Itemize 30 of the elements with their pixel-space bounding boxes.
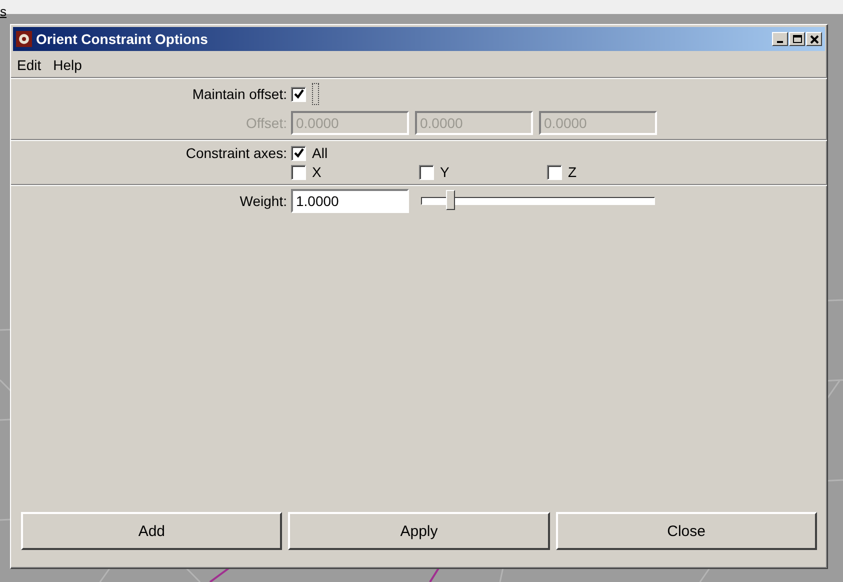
field-label: Constraint axes: [184,145,287,161]
background-text: s [0,4,6,19]
checkbox[interactable] [547,164,562,180]
checkbox-label: All [312,145,328,161]
maximize-button[interactable] [789,32,805,46]
field-label: Weight: [238,193,287,209]
app-icon [16,31,32,47]
dialog-button[interactable]: Apply [288,512,550,550]
checkbox[interactable] [291,86,306,102]
checkbox-label: Z [568,164,577,180]
dialog-button[interactable]: Add [21,512,282,550]
dialog-button[interactable]: Close [556,512,817,550]
window-title: Orient Constraint Options [36,31,209,47]
slider-handle[interactable] [446,190,455,210]
minimize-button[interactable] [772,32,788,46]
input-field[interactable]: 1.0000 [291,189,409,213]
field-label: Maintain offset: [191,86,287,102]
minimize-icon [777,41,783,43]
checkbox[interactable] [419,164,434,180]
checkbox[interactable] [291,164,306,180]
menu-item[interactable]: Edit [17,57,42,73]
menu-item[interactable]: Help [53,57,82,73]
checkbox-label: X [312,164,322,180]
close-icon [808,34,820,44]
close-button[interactable] [806,32,822,46]
checkbox[interactable] [291,146,306,160]
focus-marker [312,83,319,105]
maximize-icon [792,34,802,44]
checkbox-label: Y [440,164,450,180]
field-label: Offset: [245,115,287,131]
